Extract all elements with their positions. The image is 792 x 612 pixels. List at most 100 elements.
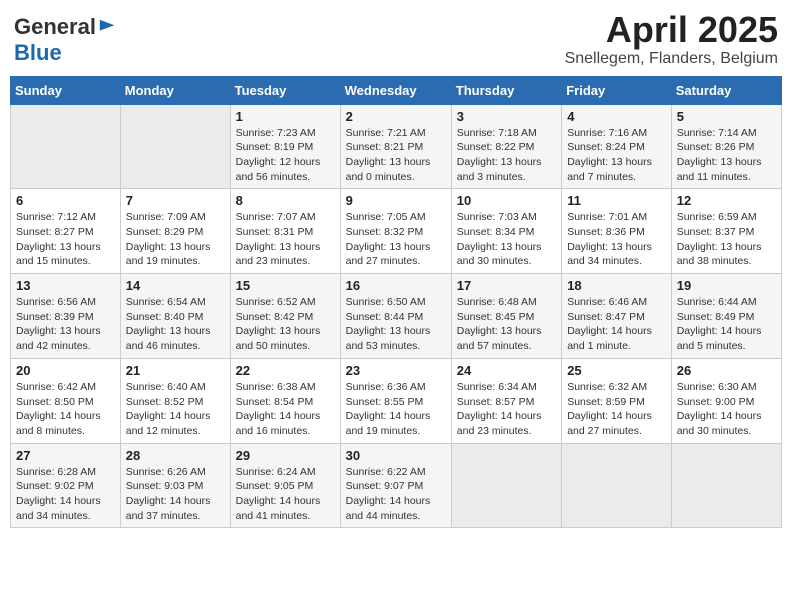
- logo-general: General: [14, 14, 96, 40]
- day-number: 29: [236, 448, 335, 463]
- day-detail: Sunrise: 6:38 AM Sunset: 8:54 PM Dayligh…: [236, 380, 335, 439]
- calendar-cell: 27 Sunrise: 6:28 AM Sunset: 9:02 PM Dayli…: [11, 443, 121, 528]
- logo-flag-icon: [98, 18, 116, 36]
- day-detail: Sunrise: 6:32 AM Sunset: 8:59 PM Dayligh…: [567, 380, 666, 439]
- calendar-cell: 9 Sunrise: 7:05 AM Sunset: 8:32 PM Daylig…: [340, 189, 451, 274]
- calendar-cell: 1 Sunrise: 7:23 AM Sunset: 8:19 PM Daylig…: [230, 104, 340, 189]
- calendar-header-row: SundayMondayTuesdayWednesdayThursdayFrid…: [11, 76, 782, 104]
- day-number: 7: [126, 193, 225, 208]
- calendar-cell: 22 Sunrise: 6:38 AM Sunset: 8:54 PM Dayli…: [230, 358, 340, 443]
- day-detail: Sunrise: 6:36 AM Sunset: 8:55 PM Dayligh…: [346, 380, 446, 439]
- logo-blue: Blue: [14, 40, 62, 65]
- calendar-table: SundayMondayTuesdayWednesdayThursdayFrid…: [10, 76, 782, 529]
- col-header-tuesday: Tuesday: [230, 76, 340, 104]
- day-detail: Sunrise: 6:44 AM Sunset: 8:49 PM Dayligh…: [677, 295, 776, 354]
- calendar-cell: 14Sunrise: 6:54 AM Sunset: 8:40 PM Dayli…: [120, 274, 230, 359]
- day-detail: Sunrise: 6:52 AM Sunset: 8:42 PM Dayligh…: [236, 295, 335, 354]
- day-number: 23: [346, 363, 446, 378]
- col-header-monday: Monday: [120, 76, 230, 104]
- day-number: 17: [457, 278, 556, 293]
- calendar-week-row: 13Sunrise: 6:56 AM Sunset: 8:39 PM Dayli…: [11, 274, 782, 359]
- day-number: 15: [236, 278, 335, 293]
- logo: General Blue: [14, 14, 116, 66]
- calendar-week-row: 6 Sunrise: 7:12 AM Sunset: 8:27 PM Daylig…: [11, 189, 782, 274]
- day-detail: Sunrise: 6:30 AM Sunset: 9:00 PM Dayligh…: [677, 380, 776, 439]
- calendar-cell: 5 Sunrise: 7:14 AM Sunset: 8:26 PM Daylig…: [671, 104, 781, 189]
- location-title: Snellegem, Flanders, Belgium: [565, 50, 778, 68]
- calendar-cell: 26 Sunrise: 6:30 AM Sunset: 9:00 PM Dayli…: [671, 358, 781, 443]
- day-number: 20: [16, 363, 115, 378]
- calendar-cell: 19Sunrise: 6:44 AM Sunset: 8:49 PM Dayli…: [671, 274, 781, 359]
- day-number: 16: [346, 278, 446, 293]
- day-number: 22: [236, 363, 335, 378]
- calendar-cell: 6 Sunrise: 7:12 AM Sunset: 8:27 PM Daylig…: [11, 189, 121, 274]
- day-number: 6: [16, 193, 115, 208]
- day-number: 24: [457, 363, 556, 378]
- calendar-cell: 16 Sunrise: 6:50 AM Sunset: 8:44 PM Dayli…: [340, 274, 451, 359]
- day-detail: Sunrise: 7:09 AM Sunset: 8:29 PM Dayligh…: [126, 210, 225, 269]
- day-detail: Sunrise: 6:59 AM Sunset: 8:37 PM Dayligh…: [677, 210, 776, 269]
- day-detail: Sunrise: 7:18 AM Sunset: 8:22 PM Dayligh…: [457, 126, 556, 185]
- col-header-wednesday: Wednesday: [340, 76, 451, 104]
- day-number: 1: [236, 109, 335, 124]
- title-block: April 2025 Snellegem, Flanders, Belgium: [565, 10, 778, 68]
- calendar-cell: [11, 104, 121, 189]
- day-number: 4: [567, 109, 666, 124]
- calendar-cell: 13Sunrise: 6:56 AM Sunset: 8:39 PM Dayli…: [11, 274, 121, 359]
- day-detail: Sunrise: 7:03 AM Sunset: 8:34 PM Dayligh…: [457, 210, 556, 269]
- calendar-cell: 23 Sunrise: 6:36 AM Sunset: 8:55 PM Dayli…: [340, 358, 451, 443]
- calendar-cell: 8Sunrise: 7:07 AM Sunset: 8:31 PM Daylig…: [230, 189, 340, 274]
- day-detail: Sunrise: 6:56 AM Sunset: 8:39 PM Dayligh…: [16, 295, 115, 354]
- day-detail: Sunrise: 7:14 AM Sunset: 8:26 PM Dayligh…: [677, 126, 776, 185]
- calendar-cell: 11 Sunrise: 7:01 AM Sunset: 8:36 PM Dayli…: [562, 189, 672, 274]
- col-header-friday: Friday: [562, 76, 672, 104]
- day-detail: Sunrise: 7:12 AM Sunset: 8:27 PM Dayligh…: [16, 210, 115, 269]
- day-number: 2: [346, 109, 446, 124]
- day-detail: Sunrise: 6:40 AM Sunset: 8:52 PM Dayligh…: [126, 380, 225, 439]
- day-detail: Sunrise: 7:23 AM Sunset: 8:19 PM Dayligh…: [236, 126, 335, 185]
- calendar-cell: 15 Sunrise: 6:52 AM Sunset: 8:42 PM Dayli…: [230, 274, 340, 359]
- day-number: 9: [346, 193, 446, 208]
- day-detail: Sunrise: 7:16 AM Sunset: 8:24 PM Dayligh…: [567, 126, 666, 185]
- day-detail: Sunrise: 6:54 AM Sunset: 8:40 PM Dayligh…: [126, 295, 225, 354]
- calendar-week-row: 1 Sunrise: 7:23 AM Sunset: 8:19 PM Daylig…: [11, 104, 782, 189]
- calendar-cell: 21Sunrise: 6:40 AM Sunset: 8:52 PM Dayli…: [120, 358, 230, 443]
- header: General Blue April 2025 Snellegem, Fland…: [10, 10, 782, 68]
- calendar-cell: 3Sunrise: 7:18 AM Sunset: 8:22 PM Daylig…: [451, 104, 561, 189]
- day-detail: Sunrise: 6:48 AM Sunset: 8:45 PM Dayligh…: [457, 295, 556, 354]
- day-number: 26: [677, 363, 776, 378]
- calendar-cell: 7 Sunrise: 7:09 AM Sunset: 8:29 PM Daylig…: [120, 189, 230, 274]
- calendar-cell: 12Sunrise: 6:59 AM Sunset: 8:37 PM Dayli…: [671, 189, 781, 274]
- day-number: 28: [126, 448, 225, 463]
- calendar-cell: 25 Sunrise: 6:32 AM Sunset: 8:59 PM Dayli…: [562, 358, 672, 443]
- col-header-thursday: Thursday: [451, 76, 561, 104]
- calendar-cell: [451, 443, 561, 528]
- day-detail: Sunrise: 6:50 AM Sunset: 8:44 PM Dayligh…: [346, 295, 446, 354]
- calendar-cell: 10 Sunrise: 7:03 AM Sunset: 8:34 PM Dayli…: [451, 189, 561, 274]
- day-detail: Sunrise: 7:01 AM Sunset: 8:36 PM Dayligh…: [567, 210, 666, 269]
- day-detail: Sunrise: 7:21 AM Sunset: 8:21 PM Dayligh…: [346, 126, 446, 185]
- calendar-week-row: 27 Sunrise: 6:28 AM Sunset: 9:02 PM Dayli…: [11, 443, 782, 528]
- day-number: 10: [457, 193, 556, 208]
- day-detail: Sunrise: 6:22 AM Sunset: 9:07 PM Dayligh…: [346, 465, 446, 524]
- day-number: 5: [677, 109, 776, 124]
- day-number: 11: [567, 193, 666, 208]
- col-header-sunday: Sunday: [11, 76, 121, 104]
- col-header-saturday: Saturday: [671, 76, 781, 104]
- day-detail: Sunrise: 6:42 AM Sunset: 8:50 PM Dayligh…: [16, 380, 115, 439]
- day-detail: Sunrise: 7:05 AM Sunset: 8:32 PM Dayligh…: [346, 210, 446, 269]
- calendar-week-row: 20 Sunrise: 6:42 AM Sunset: 8:50 PM Dayli…: [11, 358, 782, 443]
- calendar-cell: 28 Sunrise: 6:26 AM Sunset: 9:03 PM Dayli…: [120, 443, 230, 528]
- month-title: April 2025: [565, 10, 778, 50]
- day-number: 27: [16, 448, 115, 463]
- calendar-cell: 17 Sunrise: 6:48 AM Sunset: 8:45 PM Dayli…: [451, 274, 561, 359]
- day-detail: Sunrise: 6:26 AM Sunset: 9:03 PM Dayligh…: [126, 465, 225, 524]
- day-detail: Sunrise: 6:28 AM Sunset: 9:02 PM Dayligh…: [16, 465, 115, 524]
- day-number: 25: [567, 363, 666, 378]
- calendar-cell: 20 Sunrise: 6:42 AM Sunset: 8:50 PM Dayli…: [11, 358, 121, 443]
- day-number: 18: [567, 278, 666, 293]
- day-detail: Sunrise: 6:46 AM Sunset: 8:47 PM Dayligh…: [567, 295, 666, 354]
- day-number: 8: [236, 193, 335, 208]
- calendar-cell: 29Sunrise: 6:24 AM Sunset: 9:05 PM Dayli…: [230, 443, 340, 528]
- day-detail: Sunrise: 6:34 AM Sunset: 8:57 PM Dayligh…: [457, 380, 556, 439]
